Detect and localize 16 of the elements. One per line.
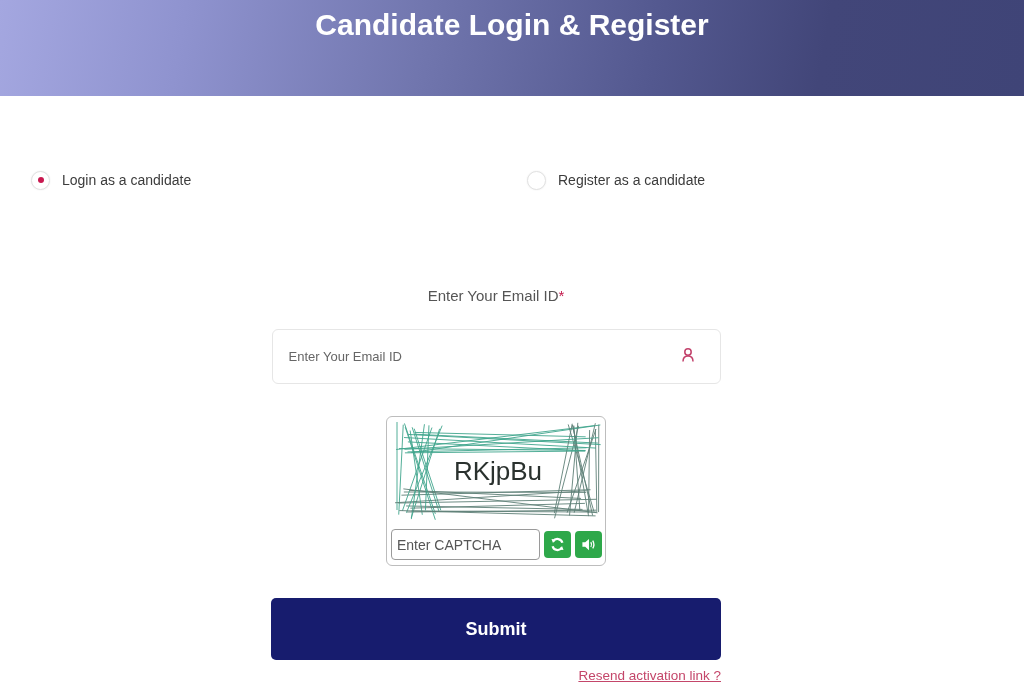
- speaker-icon: [581, 537, 596, 552]
- audio-button[interactable]: [575, 531, 602, 558]
- radio-label[interactable]: Register as a candidate: [558, 172, 706, 188]
- refresh-icon: [550, 537, 565, 552]
- page-title: Candidate Login & Register: [315, 7, 709, 43]
- resend-activation-link[interactable]: Resend activation link ?: [578, 668, 721, 684]
- radio-button[interactable]: [527, 170, 546, 190]
- submit-button[interactable]: Submit: [271, 598, 721, 660]
- captcha-input-field[interactable]: Enter CAPTCHA: [391, 529, 540, 560]
- email-input-field[interactable]: Enter Your Email ID: [271, 329, 721, 384]
- radio-label[interactable]: Login as a candidate: [62, 172, 192, 188]
- person-icon: [681, 348, 694, 362]
- email-label: Enter Your Email ID*: [427, 286, 565, 306]
- refresh-button[interactable]: [544, 531, 571, 558]
- captcha-text: RKjpBu: [453, 456, 543, 486]
- radio-button[interactable]: [31, 170, 50, 190]
